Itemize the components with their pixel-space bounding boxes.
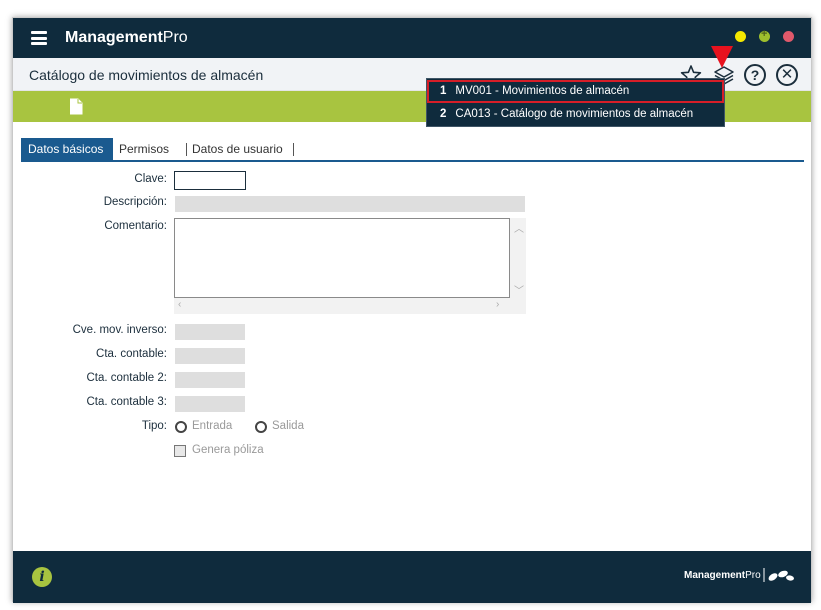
tab-bar: Datos básicos Permisos Datos de usuario [21, 138, 804, 162]
info-icon[interactable]: i [32, 567, 52, 587]
cve-mov-inverso-field [175, 324, 245, 340]
cta-contable-3-label: Cta. contable 3: [86, 396, 167, 408]
footer: i ManagementPro [13, 551, 811, 603]
genera-poliza-label: Genera póliza [192, 444, 264, 456]
scroll-left-icon[interactable]: ‹ [178, 299, 181, 310]
descripcion-field [175, 196, 525, 212]
tipo-entrada-radio[interactable] [175, 421, 187, 433]
close-icon[interactable]: ✕ [776, 64, 798, 86]
descripcion-label: Descripción: [103, 196, 167, 208]
cta-contable-field [175, 348, 245, 364]
cta-contable-2-label: Cta. contable 2: [86, 372, 167, 384]
minimize-button[interactable] [735, 31, 746, 42]
tab-separator [293, 143, 294, 156]
tipo-salida-label: Salida [272, 420, 304, 432]
footer-brand: ManagementPro [684, 570, 761, 581]
window-close-button[interactable] [783, 31, 794, 42]
hamburger-icon[interactable] [31, 31, 47, 45]
tipo-salida-radio[interactable] [255, 421, 267, 433]
new-document-icon[interactable] [69, 98, 83, 115]
tipo-entrada-label: Entrada [192, 420, 233, 432]
scroll-right-icon[interactable]: › [496, 299, 499, 310]
comentario-hscrollbar[interactable]: ‹ › [174, 298, 526, 314]
tipo-label: Tipo: [141, 420, 167, 432]
comentario-vscrollbar[interactable]: ︿ ﹀ [510, 218, 526, 298]
app-brand: ManagementPro [65, 29, 188, 46]
app-window: ManagementPro Catálogo de movimientos de… [12, 17, 812, 603]
tab-datos-basicos[interactable]: Datos básicos [21, 138, 113, 160]
clave-input[interactable] [174, 171, 246, 190]
tab-permisos[interactable]: Permisos [119, 138, 169, 160]
related-programs-menu: 1 MV001 - Movimientos de almacén 2 CA013 -… [426, 78, 725, 127]
cve-mov-inverso-label: Cve. mov. inverso: [72, 324, 167, 336]
page-title: Catálogo de movimientos de almacén [29, 67, 264, 83]
maximize-button[interactable] [759, 28, 770, 42]
cta-contable-3-field [175, 396, 245, 412]
tab-separator [186, 143, 187, 156]
clave-label: Clave: [134, 173, 167, 185]
help-icon[interactable]: ? [744, 64, 766, 86]
comentario-textarea[interactable] [174, 218, 510, 298]
genera-poliza-checkbox[interactable] [174, 445, 186, 457]
menu-item-ca013[interactable]: 2 CA013 - Catálogo de movimientos de alma… [427, 104, 724, 127]
cta-contable-2-field [175, 372, 245, 388]
cta-contable-label: Cta. contable: [96, 348, 167, 360]
red-arrow-indicator [711, 46, 733, 68]
comentario-label: Comentario: [104, 220, 167, 232]
scroll-down-icon[interactable]: ﹀ [514, 282, 524, 297]
scroll-up-icon[interactable]: ︿ [514, 220, 524, 235]
tab-datos-usuario[interactable]: Datos de usuario [192, 138, 283, 160]
logo-icon [763, 566, 795, 584]
top-bar: ManagementPro [13, 18, 811, 58]
menu-item-mv001[interactable]: 1 MV001 - Movimientos de almacén [427, 80, 724, 103]
